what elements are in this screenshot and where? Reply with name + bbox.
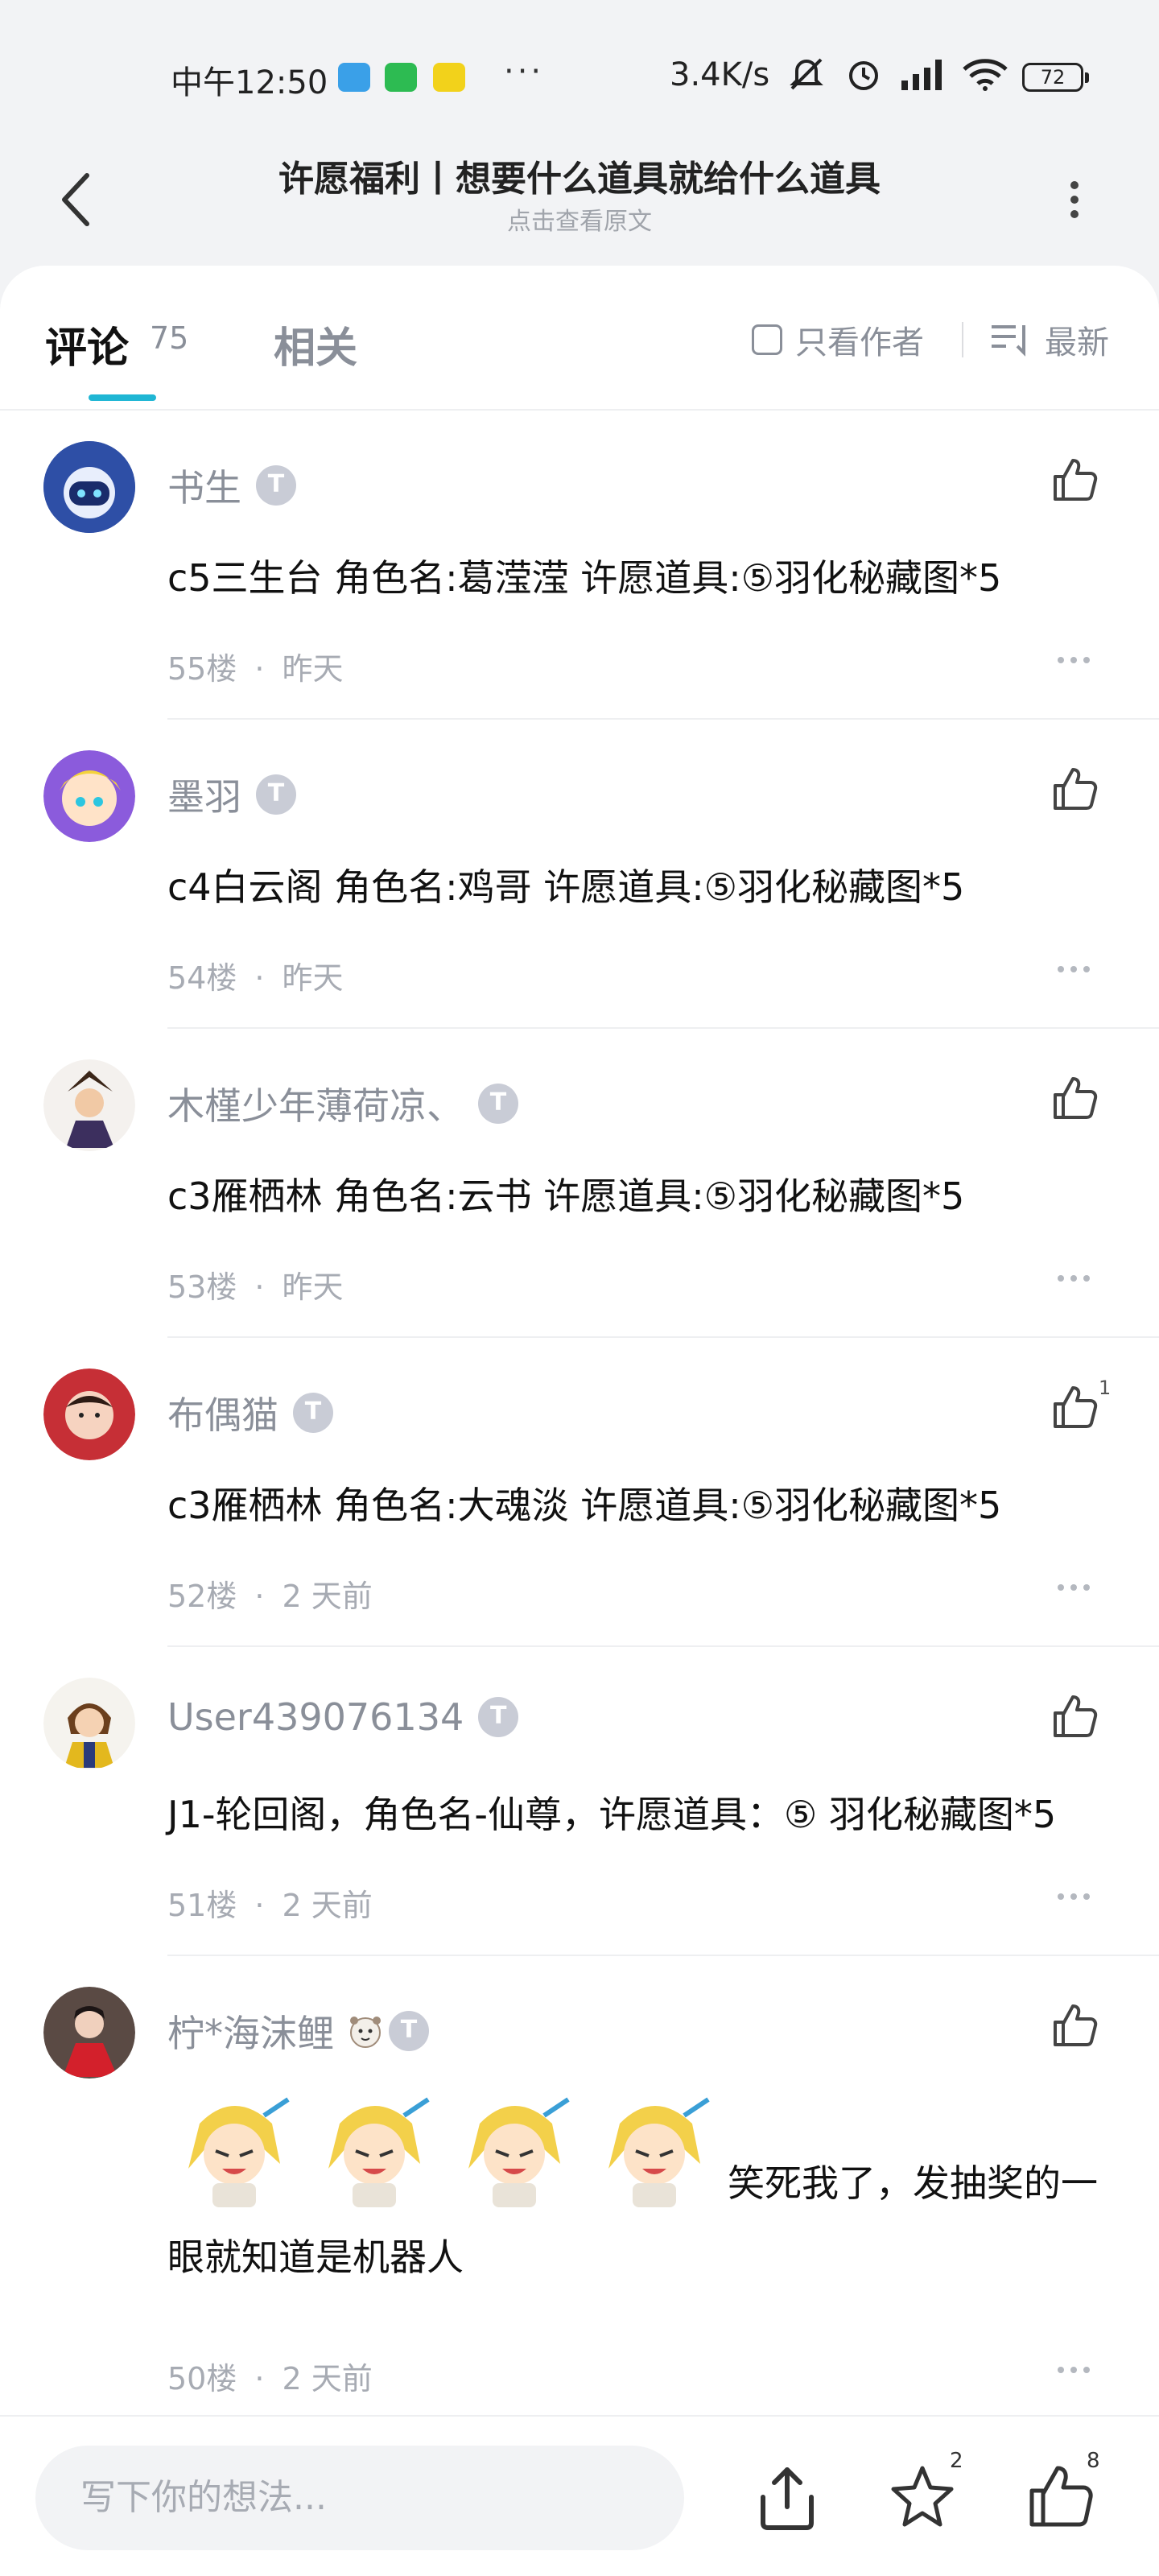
laughing-girl-sticker bbox=[188, 2097, 290, 2207]
app-notification-icon-2 bbox=[433, 63, 465, 92]
star-icon[interactable] bbox=[889, 2463, 956, 2531]
tab-bar: 评论 75 相关 只看作者 最新 bbox=[0, 266, 1159, 411]
level-badge-icon bbox=[389, 2011, 429, 2051]
like-count: 8 bbox=[1087, 2449, 1100, 2473]
sort-icon bbox=[992, 325, 1025, 357]
laughing-girl-sticker bbox=[608, 2097, 710, 2207]
comment-meta: 55楼 · 昨天 bbox=[167, 651, 344, 687]
comment-item: 木槿少年薄荷凉、 c3雁栖林 角色名:云书 许愿道具:⑤羽化秘藏图*5 53楼·… bbox=[0, 1029, 1159, 1338]
level-badge-icon bbox=[293, 1393, 333, 1433]
tab-related[interactable]: 相关 bbox=[274, 314, 357, 374]
alarm-icon bbox=[849, 61, 878, 90]
divider bbox=[962, 322, 963, 357]
comment-text: c4白云阁 角色名:鸡哥 许愿道具:⑤羽化秘藏图*5 bbox=[167, 865, 965, 909]
comment-meta: 52楼 · 2 天前 bbox=[167, 1579, 373, 1614]
avatar[interactable] bbox=[43, 1987, 135, 2079]
laughing-girl-sticker bbox=[468, 2097, 570, 2207]
comment-text-with-stickers: 笑死我了，发抽奖的一眼就知道是机器人 bbox=[167, 2091, 1133, 2294]
comment-text: J1-轮回阁，角色名-仙尊，许愿道具：⑤ 羽化秘藏图*5 bbox=[167, 1793, 1057, 1836]
level-badge-icon bbox=[256, 774, 296, 815]
view-original-link[interactable]: 点击查看原文 bbox=[129, 201, 1030, 237]
author-only-filter[interactable]: 只看作者 bbox=[752, 316, 924, 364]
comment-item: User439076134 J1-轮回阁，角色名-仙尊，许愿道具：⑤ 羽化秘藏图… bbox=[0, 1647, 1159, 1956]
comment-meta: 54楼 · 昨天 bbox=[167, 960, 344, 996]
level-badge-icon bbox=[478, 1084, 518, 1124]
sort-button[interactable]: 最新 bbox=[990, 316, 1109, 364]
top-nav: 许愿福利丨想要什么道具就给什么道具 点击查看原文 bbox=[0, 137, 1159, 266]
checkbox-icon[interactable] bbox=[752, 324, 782, 355]
comment-item: 布偶猫 1 c3雁栖林 角色名:大魂淡 许愿道具:⑤羽化秘藏图*5 52楼·2 … bbox=[0, 1338, 1159, 1647]
comment-username[interactable]: 布偶猫 bbox=[167, 1386, 333, 1439]
battery-icon: 72 bbox=[1022, 63, 1089, 92]
comment-username[interactable]: 书生 bbox=[167, 459, 296, 512]
thumbs-up-icon[interactable] bbox=[1050, 1383, 1099, 1431]
like-count: 1 bbox=[1099, 1377, 1112, 1399]
comment-username[interactable]: 柠*海沫鲤 bbox=[167, 2004, 429, 2058]
back-icon[interactable] bbox=[56, 167, 97, 232]
comments-count: 75 bbox=[150, 320, 189, 356]
thumbs-up-icon[interactable] bbox=[1050, 1074, 1099, 1122]
more-horizontal-icon[interactable] bbox=[1054, 652, 1093, 668]
comment-item: 墨羽 c4白云阁 角色名:鸡哥 许愿道具:⑤羽化秘藏图*5 54楼·昨天 bbox=[0, 720, 1159, 1029]
avatar[interactable] bbox=[43, 1059, 135, 1151]
more-horizontal-icon[interactable] bbox=[1054, 961, 1093, 977]
network-speed: 3.4K/s bbox=[670, 56, 770, 93]
star-count: 2 bbox=[950, 2449, 963, 2473]
comment-item: 书生 c5三生台 角色名:葛滢滢 许愿道具:⑤羽化秘藏图*5 55楼·昨天 bbox=[0, 411, 1159, 720]
thumbs-up-icon[interactable] bbox=[1050, 1692, 1099, 1740]
comment-meta: 51楼 · 2 天前 bbox=[167, 1888, 373, 1923]
comment-username[interactable]: 木槿少年薄荷凉、 bbox=[167, 1077, 518, 1130]
comments-panel: 评论 75 相关 只看作者 最新 书生 c5三生台 角色名:葛滢滢 许愿道具:⑤… bbox=[0, 266, 1159, 2415]
comment-item: 柠*海沫鲤 笑死我了，发抽奖的一眼就知道是机器人 50楼·2 天前 bbox=[0, 1956, 1159, 2415]
comment-input[interactable]: 写下你的想法... bbox=[35, 2446, 684, 2550]
thumbs-up-icon[interactable] bbox=[1025, 2462, 1093, 2531]
wifi-icon bbox=[963, 59, 1008, 91]
active-tab-indicator bbox=[89, 394, 156, 401]
thumbs-up-icon[interactable] bbox=[1050, 2001, 1099, 2050]
comment-username[interactable]: 墨羽 bbox=[167, 768, 296, 821]
page-title: 许愿福利丨想要什么道具就给什么道具 bbox=[278, 159, 881, 200]
status-bar: 中午12:50 ··· 3.4K/s 72 bbox=[0, 0, 1159, 153]
comment-meta: 50楼 · 2 天前 bbox=[167, 2361, 373, 2396]
share-icon[interactable] bbox=[755, 2463, 819, 2533]
more-horizontal-icon[interactable] bbox=[1054, 1889, 1093, 1905]
comment-text: c5三生台 角色名:葛滢滢 许愿道具:⑤羽化秘藏图*5 bbox=[167, 556, 1002, 600]
more-vertical-icon[interactable] bbox=[1062, 167, 1087, 232]
status-time: 中午12:50 bbox=[171, 64, 328, 101]
level-badge-icon bbox=[478, 1697, 519, 1737]
avatar[interactable] bbox=[43, 1368, 135, 1460]
thumbs-up-icon[interactable] bbox=[1050, 456, 1099, 504]
sort-label: 最新 bbox=[1045, 324, 1109, 361]
avatar[interactable] bbox=[43, 441, 135, 533]
more-notifications-icon: ··· bbox=[504, 53, 545, 90]
more-horizontal-icon[interactable] bbox=[1054, 1270, 1093, 1286]
tiger-emoji-icon bbox=[350, 2017, 381, 2048]
tab-comments[interactable]: 评论 bbox=[45, 314, 129, 374]
app-notification-icon bbox=[338, 63, 370, 92]
mute-icon bbox=[790, 58, 823, 90]
laughing-girl-sticker bbox=[328, 2097, 430, 2207]
wechat-notification-icon bbox=[385, 63, 417, 92]
comment-text: c3雁栖林 角色名:大魂淡 许愿道具:⑤羽化秘藏图*5 bbox=[167, 1484, 1002, 1527]
level-badge-icon bbox=[256, 465, 296, 506]
more-horizontal-icon[interactable] bbox=[1054, 1579, 1093, 1596]
avatar[interactable] bbox=[43, 1678, 135, 1769]
more-horizontal-icon[interactable] bbox=[1054, 2362, 1093, 2378]
thumbs-up-icon[interactable] bbox=[1050, 765, 1099, 813]
comment-meta: 53楼 · 昨天 bbox=[167, 1269, 344, 1305]
comment-text: c3雁栖林 角色名:云书 许愿道具:⑤羽化秘藏图*5 bbox=[167, 1174, 965, 1218]
author-only-label: 只看作者 bbox=[795, 324, 924, 361]
bottom-action-bar: 写下你的想法... 2 8 bbox=[0, 2415, 1159, 2576]
comment-username[interactable]: User439076134 bbox=[167, 1695, 519, 1739]
signal-icon bbox=[901, 60, 942, 90]
avatar[interactable] bbox=[43, 750, 135, 842]
